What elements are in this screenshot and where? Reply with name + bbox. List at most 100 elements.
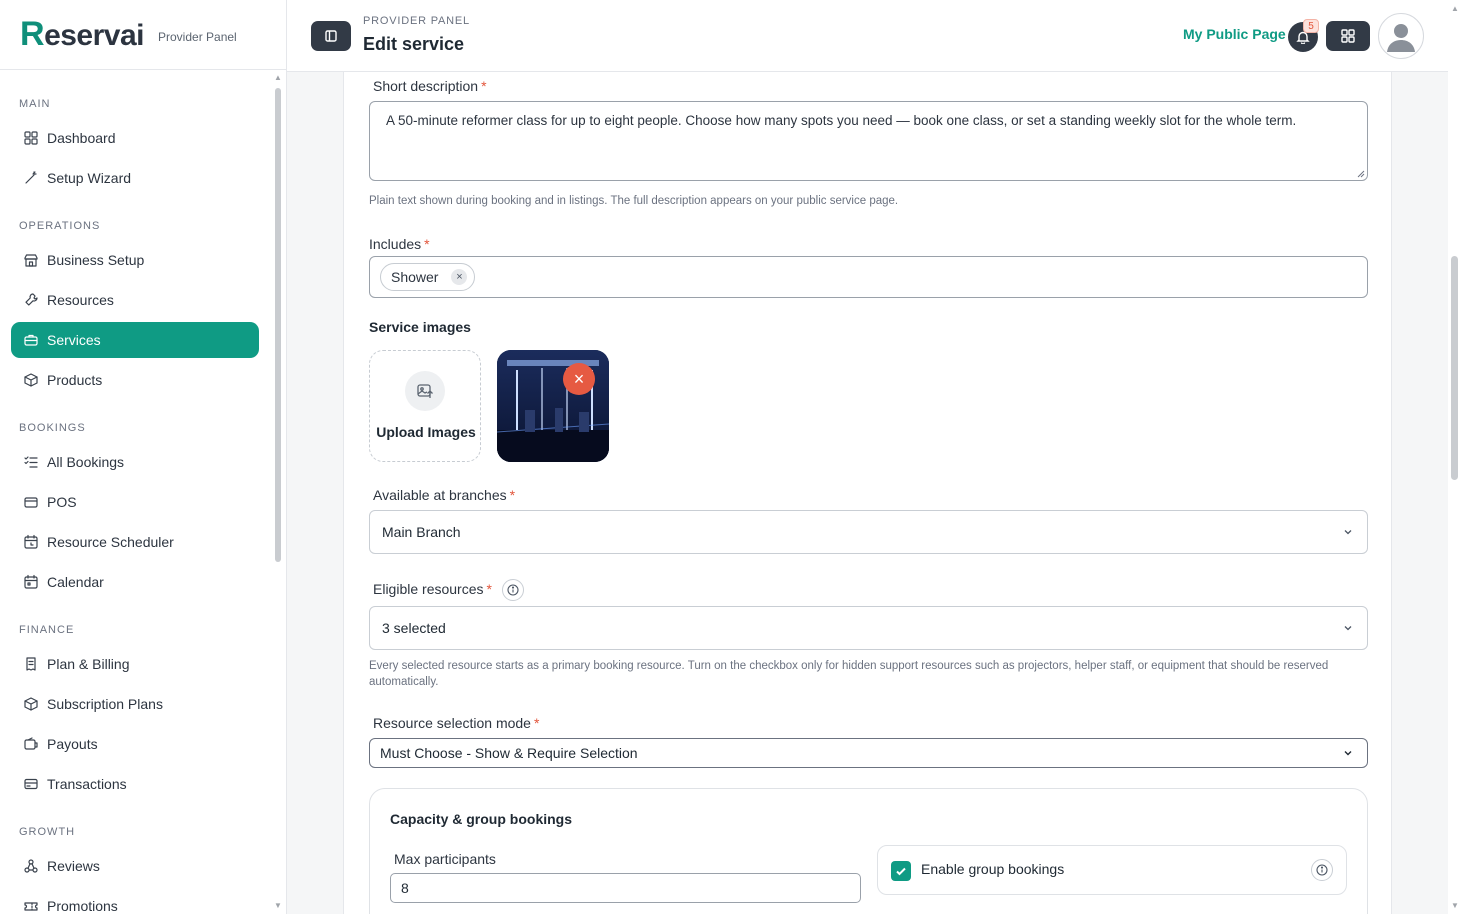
sidebar-item-resource-scheduler[interactable]: Resource Scheduler	[11, 524, 259, 560]
tools-icon	[23, 292, 39, 308]
scroll-down-icon[interactable]: ▼	[274, 902, 282, 910]
sidebar-nav: MAIN Dashboard Setup Wizard OPERATIONS Busin…	[0, 70, 270, 914]
sidebar-item-reviews[interactable]: Reviews	[11, 848, 259, 884]
max-participants-input[interactable]: 8	[390, 873, 861, 903]
store-icon	[23, 252, 39, 268]
sidebar-item-label: Products	[47, 372, 103, 388]
branches-value: Main Branch	[382, 524, 461, 540]
app-root: Reservai Provider Panel MAIN Dashboard Set…	[0, 0, 1462, 914]
chevron-down-icon	[1344, 626, 1352, 631]
user-icon	[1387, 24, 1415, 52]
max-participants-label: Max participants	[394, 851, 496, 867]
capacity-card: Capacity & group bookings Max participan…	[369, 788, 1368, 914]
eligible-resources-value: 3 selected	[382, 620, 446, 636]
nav-section-label: FINANCE	[19, 624, 75, 636]
required-mark: *	[481, 78, 487, 94]
chevron-down-icon	[1344, 751, 1352, 756]
includes-label: Includes *	[369, 236, 430, 252]
sidebar-item-business-setup[interactable]: Business Setup	[11, 242, 259, 278]
magic-wand-icon	[23, 170, 39, 186]
notification-badge: 5	[1303, 19, 1319, 33]
nav-section-label: MAIN	[19, 98, 51, 110]
sidebar-item-plan-billing[interactable]: Plan & Billing	[11, 646, 259, 682]
sidebar-item-promotions[interactable]: Promotions	[11, 888, 259, 914]
eligible-resources-label-text: Eligible resources	[373, 581, 484, 597]
sidebar-item-subscription-plans[interactable]: Subscription Plans	[11, 686, 259, 722]
sidebar-item-setup-wizard[interactable]: Setup Wizard	[11, 160, 259, 196]
sidebar-item-label: Resources	[47, 292, 114, 308]
wallet-icon	[23, 494, 39, 510]
my-public-page-link[interactable]: My Public Page	[1183, 26, 1286, 42]
grid-icon	[23, 130, 39, 146]
resize-handle-icon[interactable]	[1357, 170, 1365, 178]
grid-icon	[1341, 29, 1355, 43]
logo-text: eservai	[44, 19, 144, 52]
sidebar-scroll-thumb[interactable]	[275, 88, 281, 562]
sidebar-item-calendar[interactable]: Calendar	[11, 564, 259, 600]
branches-select[interactable]: Main Branch	[369, 510, 1368, 554]
scroll-up-icon[interactable]: ▲	[274, 74, 282, 82]
logo-initial: R	[20, 15, 45, 53]
nav-section-label: OPERATIONS	[19, 220, 101, 232]
sidebar-item-label: Subscription Plans	[47, 696, 163, 712]
selection-mode-label: Resource selection mode *	[373, 715, 539, 731]
nav-section-gap	[0, 200, 270, 216]
logo[interactable]: Reservai	[20, 15, 144, 54]
sidebar-item-label: Calendar	[47, 574, 104, 590]
sidebar-item-resources[interactable]: Resources	[11, 282, 259, 318]
eligible-resources-label: Eligible resources *	[373, 581, 492, 597]
payout-icon	[23, 736, 39, 752]
required-mark: *	[533, 715, 540, 731]
group-bookings-label: Enable group bookings	[921, 861, 1065, 877]
user-avatar[interactable]	[1378, 13, 1424, 59]
sidebar-item-dashboard[interactable]: Dashboard	[11, 120, 259, 156]
breadcrumb: PROVIDER PANEL	[363, 15, 470, 27]
remove-chip-icon[interactable]: ×	[451, 269, 468, 285]
panel-icon	[325, 30, 337, 42]
sidebar-item-label: Services	[47, 332, 101, 348]
sidebar-item-label: Business Setup	[47, 252, 145, 268]
required-mark: *	[509, 487, 516, 503]
upload-images-button[interactable]: Upload Images	[369, 350, 481, 462]
includes-tag-input[interactable]: Shower ×	[369, 256, 1368, 298]
short-description-textarea[interactable]: A 50-minute reformer class for up to eig…	[369, 101, 1368, 181]
apps-menu-button[interactable]	[1326, 21, 1370, 51]
calendar-icon	[23, 574, 39, 590]
brand-subtitle: Provider Panel	[158, 29, 237, 44]
remove-image-button[interactable]: ×	[563, 363, 595, 395]
short-description-value: A 50-minute reformer class for up to eig…	[386, 113, 1297, 128]
nav-section-gap	[0, 806, 270, 822]
upload-images-label: Upload Images	[376, 424, 476, 440]
info-icon[interactable]	[1311, 859, 1333, 881]
sidebar-item-all-bookings[interactable]: All Bookings	[11, 444, 259, 480]
page-scrollbar[interactable]: ▲ ▼	[1448, 0, 1462, 914]
group-bookings-toggle[interactable]: Enable group bookings	[877, 845, 1347, 895]
includes-label-text: Includes	[369, 236, 422, 252]
service-image-thumbnail[interactable]	[497, 350, 609, 462]
required-mark: *	[486, 581, 492, 597]
top-header: PROVIDER PANEL Edit service My Public Pa…	[287, 0, 1448, 72]
selection-mode-select[interactable]: Must Choose - Show & Require Selection	[369, 738, 1368, 768]
short-description-hint: Plain text shown during booking and in l…	[369, 195, 899, 207]
sidebar-item-payouts[interactable]: Payouts	[11, 726, 259, 762]
sidebar-item-services[interactable]: Services	[11, 322, 259, 358]
sidebar-item-pos[interactable]: POS	[11, 484, 259, 520]
sidebar-item-label: Promotions	[47, 898, 118, 914]
sidebar: Reservai Provider Panel MAIN Dashboard Set…	[0, 0, 287, 914]
page-scroll-down-icon[interactable]: ▼	[1451, 901, 1459, 910]
service-images-label: Service images	[369, 319, 471, 335]
branches-label: Available at branches *	[373, 487, 515, 503]
page-scroll-up-icon[interactable]: ▲	[1451, 4, 1459, 13]
info-icon[interactable]	[502, 579, 524, 601]
card-icon	[23, 776, 39, 792]
sidebar-item-label: All Bookings	[47, 454, 125, 470]
sidebar-scrollbar[interactable]: ▲ ▼	[274, 74, 282, 910]
sidebar-item-label: Transactions	[47, 776, 127, 792]
sidebar-item-transactions[interactable]: Transactions	[11, 766, 259, 802]
sidebar-item-products[interactable]: Products	[11, 362, 259, 398]
group-bookings-checkbox[interactable]	[891, 861, 911, 881]
page-scroll-thumb[interactable]	[1451, 256, 1458, 480]
brand: Reservai Provider Panel	[0, 0, 286, 70]
eligible-resources-select[interactable]: 3 selected	[369, 606, 1368, 650]
sidebar-toggle-button[interactable]	[311, 21, 351, 51]
